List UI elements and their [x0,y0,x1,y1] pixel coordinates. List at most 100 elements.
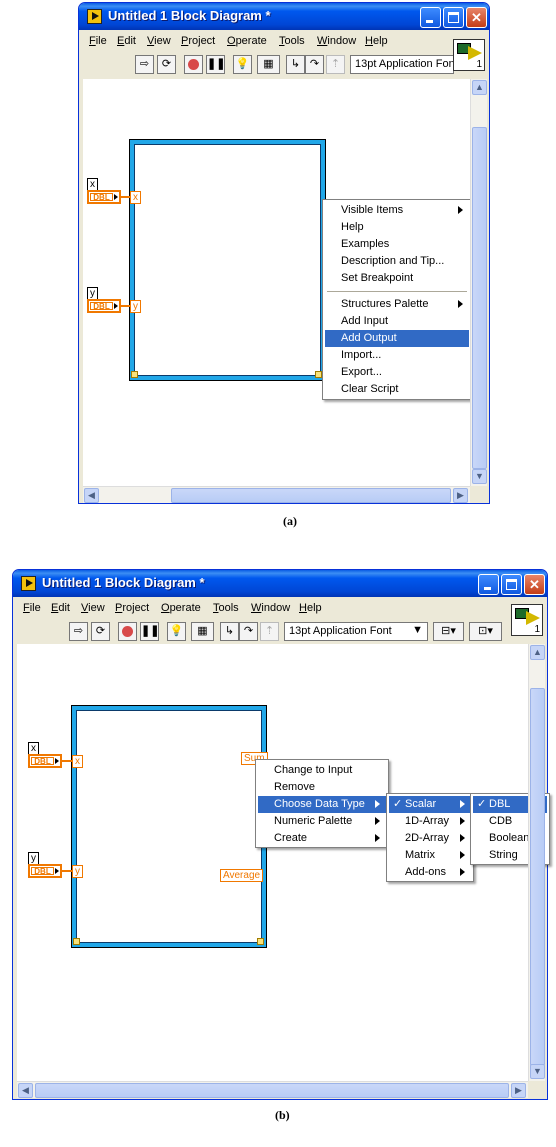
input-node-x[interactable]: x [130,191,141,204]
menu-item-structures-palette[interactable]: Structures Palette [325,296,469,313]
menu-item-set-breakpoint[interactable]: Set Breakpoint [325,270,469,287]
run-arrow-icon[interactable]: ⇨ [135,55,154,74]
menu-help[interactable]: Help [299,602,322,614]
menu-item-add-input[interactable]: Add Input [325,313,469,330]
highlight-execution-icon[interactable]: 💡 [167,622,186,641]
menu-project[interactable]: Project [181,35,215,47]
menu-item-import[interactable]: Import... [325,347,469,364]
close-button[interactable]: ✕ [524,574,545,595]
run-continuously-icon[interactable]: ⟳ [91,622,110,641]
distribute-objects-icon[interactable]: ⊡▾ [469,622,502,641]
menu-edit[interactable]: Edit [51,602,70,614]
step-out-icon[interactable]: ⇡ [260,622,279,641]
step-into-icon[interactable]: ↳ [220,622,239,641]
dbl-terminal-x[interactable]: DBL [28,754,62,768]
vertical-scrollbar[interactable]: ▲ ▼ [528,644,545,1081]
menu-item-choose-data-type[interactable]: Choose Data Type [258,796,386,813]
menu-file[interactable]: File [89,35,107,47]
menu-project[interactable]: Project [115,602,149,614]
vertical-scroll-thumb[interactable] [530,688,545,1066]
diagram-canvas[interactable]: x DBL x y DBL y Sum Average Change to In… [17,644,550,1081]
scroll-down-button[interactable]: ▼ [472,469,487,484]
corner-handle[interactable] [73,938,80,945]
menu-item-remove[interactable]: Remove [258,779,386,796]
highlight-execution-icon[interactable]: 💡 [233,55,252,74]
output-node-average[interactable]: Average [220,869,264,882]
pause-icon[interactable]: ❚❚ [140,622,159,641]
maximize-button[interactable] [501,574,522,595]
dbl-terminal-y[interactable]: DBL [87,299,121,313]
input-node-y[interactable]: y [72,865,83,878]
step-over-icon[interactable]: ↷ [305,55,324,74]
menu-view[interactable]: View [81,602,105,614]
horizontal-scroll-thumb[interactable] [171,488,451,503]
abort-icon[interactable] [184,55,203,74]
dbl-terminal-x[interactable]: DBL [87,190,121,204]
step-over-icon[interactable]: ↷ [239,622,258,641]
title-bar[interactable]: Untitled 1 Block Diagram * ✕ [13,570,547,597]
menu-item-change-to-input[interactable]: Change to Input [258,762,386,779]
corner-handle[interactable] [315,371,322,378]
horizontal-scrollbar[interactable]: ◀ ▶ [17,1081,528,1098]
menu-item-1d-array[interactable]: 1D-Array [389,813,471,830]
menu-item-examples[interactable]: Examples [325,236,469,253]
font-selector[interactable]: 13pt Application Font ▼ [284,622,428,641]
menu-operate[interactable]: Operate [161,602,201,614]
menu-edit[interactable]: Edit [117,35,136,47]
menu-tools[interactable]: Tools [213,602,239,614]
dbl-terminal-y[interactable]: DBL [28,864,62,878]
menu-tools[interactable]: Tools [279,35,305,47]
menu-item-description-and-tip[interactable]: Description and Tip... [325,253,469,270]
menu-help[interactable]: Help [365,35,388,47]
input-node-x[interactable]: x [72,755,83,768]
menu-item-visible-items[interactable]: Visible Items [325,202,469,219]
pause-icon[interactable]: ❚❚ [206,55,225,74]
menu-item-clear-script[interactable]: Clear Script [325,381,469,398]
step-out-icon[interactable]: ⇡ [326,55,345,74]
run-arrow-icon[interactable]: ⇨ [69,622,88,641]
close-button[interactable]: ✕ [466,7,487,28]
corner-handle[interactable] [131,371,138,378]
horizontal-scroll-thumb[interactable] [35,1083,509,1098]
maximize-button[interactable] [443,7,464,28]
run-continuously-icon[interactable]: ⟳ [157,55,176,74]
abort-icon[interactable] [118,622,137,641]
menu-item-numeric-palette[interactable]: Numeric Palette [258,813,386,830]
scroll-left-button[interactable]: ◀ [18,1083,33,1098]
menu-item-scalar[interactable]: ✓ Scalar [389,796,471,813]
corner-handle[interactable] [257,938,264,945]
menu-window[interactable]: Window [317,35,356,47]
step-into-icon[interactable]: ↳ [286,55,305,74]
menu-item-export[interactable]: Export... [325,364,469,381]
scroll-up-button[interactable]: ▲ [530,645,545,660]
menu-window[interactable]: Window [251,602,290,614]
menu-item-2d-array[interactable]: 2D-Array [389,830,471,847]
menu-item-add-output[interactable]: Add Output [325,330,469,347]
menu-file[interactable]: File [23,602,41,614]
menu-view[interactable]: View [147,35,171,47]
vertical-scrollbar[interactable]: ▲ ▼ [470,79,487,486]
scroll-right-button[interactable]: ▶ [453,488,468,503]
align-objects-icon[interactable]: ⊟▾ [433,622,464,641]
scroll-down-button[interactable]: ▼ [530,1064,545,1079]
minimize-button[interactable] [478,574,499,595]
diagram-canvas[interactable]: x DBL x y DBL y Visible Items Help Examp… [83,79,472,486]
menu-item-help[interactable]: Help [325,219,469,236]
scroll-up-button[interactable]: ▲ [472,80,487,95]
input-node-y[interactable]: y [130,300,141,313]
scroll-left-button[interactable]: ◀ [84,488,99,503]
menu-item-add-ons[interactable]: Add-ons [389,864,471,881]
menu-item-matrix[interactable]: Matrix [389,847,471,864]
retain-wire-values-icon[interactable]: ▦ [191,622,214,641]
mathscript-node[interactable] [129,139,326,381]
font-selector[interactable]: 13pt Application Font [350,55,454,74]
minimize-button[interactable] [420,7,441,28]
vertical-scroll-thumb[interactable] [472,127,487,469]
horizontal-scrollbar[interactable]: ◀ ▶ [83,486,470,503]
menu-operate[interactable]: Operate [227,35,267,47]
title-bar[interactable]: Untitled 1 Block Diagram * ✕ [79,3,489,30]
scroll-right-button[interactable]: ▶ [511,1083,526,1098]
mathscript-node[interactable] [71,705,267,948]
menu-item-create[interactable]: Create [258,830,386,847]
retain-wire-values-icon[interactable]: ▦ [257,55,280,74]
